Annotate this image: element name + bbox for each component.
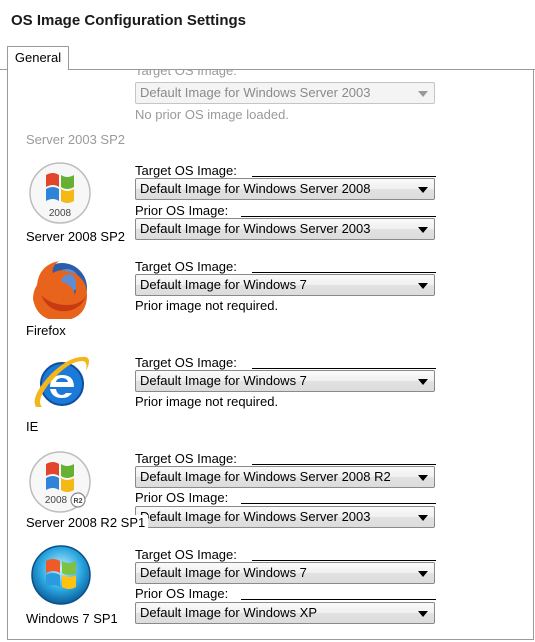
prior-os-combobox[interactable]: Default Image for Windows Server 2003 — [135, 218, 435, 240]
prior-os-value: Default Image for Windows Server 2003 — [140, 509, 371, 524]
prior-os-combobox[interactable]: Default Image for Windows Server 2003 — [135, 506, 435, 528]
top-target-combobox: Default Image for Windows Server 2003 — [135, 82, 435, 104]
chevron-down-icon[interactable] — [418, 187, 428, 193]
chevron-down-icon[interactable] — [418, 379, 428, 385]
icon-2008-text: 2008 — [45, 495, 68, 506]
target-label: Target OS Image: — [135, 355, 237, 370]
firefox-icon — [33, 261, 87, 319]
prior-note: Prior image not required. — [135, 394, 279, 409]
target-label: Target OS Image: — [135, 259, 237, 274]
target-os-value: Default Image for Windows Server 2008 — [140, 181, 371, 196]
windows-server-2008-r2-icon: 2008 R2 — [29, 451, 91, 513]
target-label: Target OS Image: — [135, 163, 237, 178]
entry-name: Server 2008 SP2 — [26, 229, 126, 244]
windows-7-icon — [31, 545, 91, 605]
windows-server-2008-icon: 2008 — [29, 162, 91, 224]
chevron-down-icon[interactable] — [418, 515, 428, 521]
target-os-combobox[interactable]: Default Image for Windows 7 — [135, 370, 435, 392]
icon-2008-text: 2008 — [49, 208, 72, 219]
chevron-down-icon[interactable] — [418, 475, 428, 481]
target-os-combobox[interactable]: Default Image for Windows 7 — [135, 562, 435, 584]
top-prior-note: No prior OS image loaded. — [135, 107, 289, 122]
entry-name: Firefox — [26, 323, 66, 338]
label-rule — [252, 272, 436, 273]
target-label: Target OS Image: — [135, 547, 237, 562]
entry-name: Windows 7 SP1 — [26, 611, 118, 626]
tab-general[interactable]: General — [7, 46, 69, 70]
top-target-label: Target OS Image: — [135, 69, 237, 78]
target-os-value: Default Image for Windows 7 — [140, 565, 307, 580]
internet-explorer-icon — [34, 356, 89, 407]
entry-name: IE — [26, 419, 39, 434]
section-label: Server 2003 SP2 — [26, 132, 126, 147]
prior-label: Prior OS Image: — [135, 490, 229, 505]
prior-os-value: Default Image for Windows XP — [140, 605, 318, 620]
prior-os-combobox[interactable]: Default Image for Windows XP — [135, 602, 435, 624]
label-rule — [241, 599, 436, 600]
label-rule — [241, 216, 436, 217]
chevron-down-icon[interactable] — [418, 571, 428, 577]
chevron-down-icon[interactable] — [418, 283, 428, 289]
prior-os-value: Default Image for Windows Server 2003 — [140, 221, 371, 236]
icon-r2-badge: R2 — [74, 498, 83, 505]
prior-label: Prior OS Image: — [135, 586, 229, 601]
prior-label: Prior OS Image: — [135, 203, 229, 218]
label-rule — [252, 560, 436, 561]
chevron-down-icon[interactable] — [418, 611, 428, 617]
target-os-combobox[interactable]: Default Image for Windows Server 2008 — [135, 178, 435, 200]
target-label: Target OS Image: — [135, 451, 237, 466]
target-os-combobox[interactable]: Default Image for Windows Server 2008 R2 — [135, 466, 435, 488]
target-os-value: Default Image for Windows Server 2008 R2 — [140, 469, 391, 484]
target-os-combobox[interactable]: Default Image for Windows 7 — [135, 274, 435, 296]
entry-name: Server 2008 R2 SP1 — [26, 515, 149, 530]
chevron-down-icon — [418, 91, 428, 97]
chevron-down-icon[interactable] — [418, 227, 428, 233]
label-rule — [252, 464, 436, 465]
label-rule — [252, 176, 436, 177]
prior-note: Prior image not required. — [135, 298, 279, 313]
target-os-value: Default Image for Windows 7 — [140, 373, 307, 388]
general-panel: Target OS Image: Default Image for Windo… — [7, 69, 534, 640]
target-os-value: Default Image for Windows 7 — [140, 277, 307, 292]
top-target-value: Default Image for Windows Server 2003 — [140, 85, 371, 100]
label-rule — [252, 368, 436, 369]
window-title: OS Image Configuration Settings — [11, 12, 247, 29]
label-rule — [241, 503, 436, 504]
